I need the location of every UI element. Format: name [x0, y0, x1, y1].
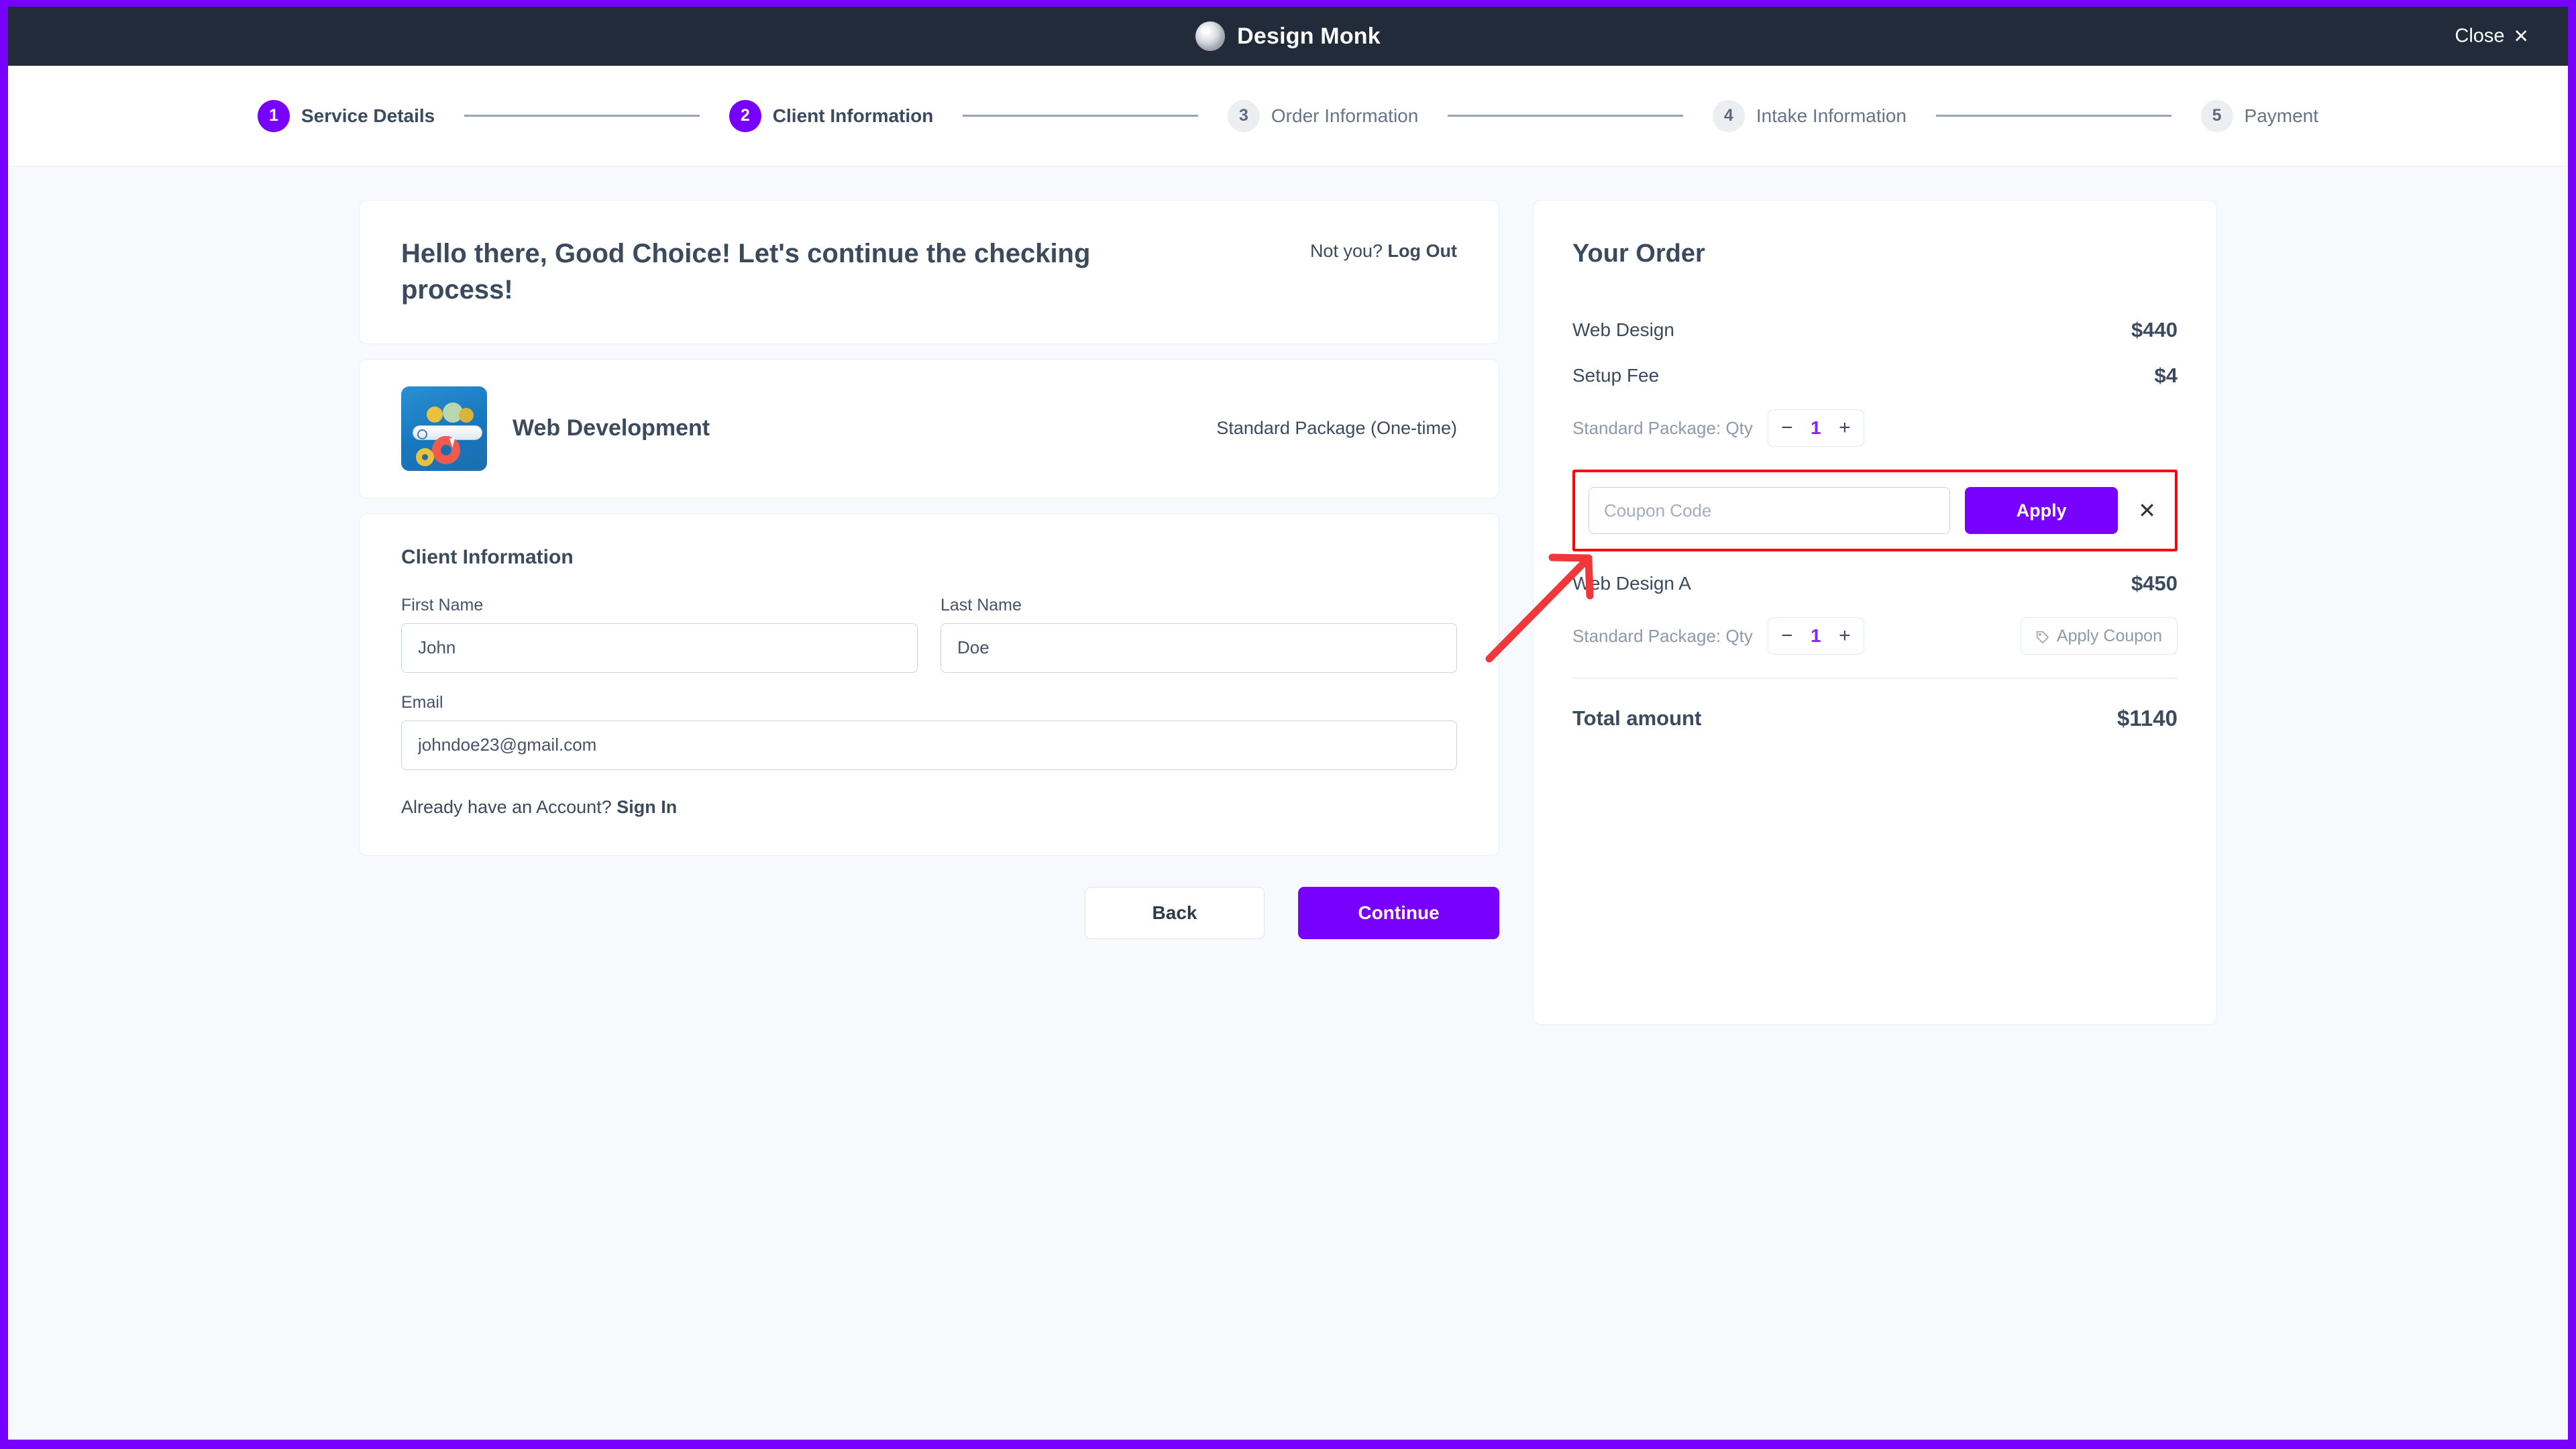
email-input[interactable] — [401, 720, 1457, 770]
quantity-decrement-button[interactable]: − — [1772, 618, 1802, 654]
client-information-form: Client Information First Name Last Name … — [359, 513, 1499, 856]
form-title: Client Information — [401, 546, 1457, 569]
step-connector — [464, 115, 700, 117]
close-button[interactable]: Close ✕ — [2455, 25, 2529, 48]
signin-link[interactable]: Sign In — [616, 797, 677, 817]
coupon-row: Apply ✕ — [1589, 487, 2161, 534]
step-label: Payment — [2245, 105, 2319, 127]
left-column: Hello there, Good Choice! Let's continue… — [359, 200, 1499, 1025]
last-name-label: Last Name — [941, 596, 1457, 615]
order-item-price: $450 — [2131, 572, 2178, 596]
total-label: Total amount — [1572, 706, 1701, 731]
step-label: Order Information — [1271, 105, 1418, 127]
quantity-value: 1 — [1802, 417, 1830, 439]
first-name-label: First Name — [401, 596, 918, 615]
close-x-icon: ✕ — [2514, 27, 2529, 46]
quantity-label: Standard Package: Qty — [1572, 626, 1753, 647]
form-actions: Back Continue — [359, 887, 1499, 939]
step-payment[interactable]: 5 Payment — [2201, 100, 2319, 132]
order-total-row: Total amount $1140 — [1572, 706, 2178, 731]
continue-button[interactable]: Continue — [1298, 887, 1499, 939]
order-summary-title: Your Order — [1572, 239, 2178, 268]
step-label: Client Information — [773, 105, 934, 127]
name-field-row: First Name Last Name — [401, 596, 1457, 673]
coupon-code-input[interactable] — [1589, 487, 1950, 534]
step-number-badge: 2 — [729, 100, 761, 132]
step-service-details[interactable]: 1 Service Details — [258, 100, 435, 132]
greeting-title: Hello there, Good Choice! Let's continue… — [401, 235, 1126, 309]
step-client-information[interactable]: 2 Client Information — [729, 100, 934, 132]
first-name-field-group: First Name — [401, 596, 918, 673]
step-label: Intake Information — [1756, 105, 1907, 127]
step-intake-information[interactable]: 4 Intake Information — [1713, 100, 1907, 132]
quantity-increment-button[interactable]: + — [1830, 410, 1860, 446]
step-order-information[interactable]: 3 Order Information — [1228, 100, 1418, 132]
order-item-name: Web Design — [1572, 319, 1674, 341]
greeting-card: Hello there, Good Choice! Let's continue… — [359, 200, 1499, 344]
sphere-logo-icon — [1195, 21, 1225, 51]
order-item-name: Web Design A — [1572, 573, 1691, 594]
step-number-badge: 3 — [1228, 100, 1260, 132]
order-divider — [1572, 678, 2178, 679]
stepper-track: 1 Service Details 2 Client Information 3… — [258, 100, 2318, 132]
service-name: Web Development — [513, 415, 710, 441]
checkout-content: Hello there, Good Choice! Let's continue… — [8, 166, 2568, 1025]
quantity-stepper: − 1 + — [1768, 409, 1864, 447]
quantity-row-primary: Standard Package: Qty − 1 + — [1572, 409, 2178, 447]
order-item-price: $440 — [2131, 318, 2178, 342]
apply-coupon-submit-button[interactable]: Apply — [1965, 487, 2118, 534]
service-package-label: Standard Package (One-time) — [1216, 418, 1457, 439]
gear-icon — [459, 408, 474, 423]
logout-link[interactable]: Log Out — [1388, 241, 1457, 261]
app-window: Design Monk Close ✕ 1 Service Details 2 … — [8, 7, 2568, 1440]
email-label: Email — [401, 693, 1457, 712]
tag-icon — [2036, 629, 2049, 643]
gear-icon — [416, 448, 434, 466]
order-item-row: Web Design A $450 — [1572, 572, 2178, 596]
order-item-row: Web Design $440 — [1572, 318, 2178, 342]
email-field-group: Email — [401, 693, 1457, 770]
quantity-label: Standard Package: Qty — [1572, 418, 1753, 439]
order-item-row: Setup Fee $4 — [1572, 364, 2178, 388]
last-name-field-group: Last Name — [941, 596, 1457, 673]
step-number-badge: 5 — [2201, 100, 2233, 132]
order-item-name: Setup Fee — [1572, 365, 1659, 386]
web-development-thumbnail-icon — [401, 386, 487, 471]
step-label: Service Details — [301, 105, 435, 127]
quantity-increment-button[interactable]: + — [1830, 618, 1860, 654]
service-info: Web Development — [401, 386, 710, 471]
total-value: $1140 — [2117, 706, 2178, 731]
step-connector — [1936, 115, 2171, 117]
last-name-input[interactable] — [941, 623, 1457, 673]
coupon-highlight-annotation: Apply ✕ — [1572, 470, 2178, 551]
step-connector — [1448, 115, 1683, 117]
apply-coupon-label: Apply Coupon — [2057, 627, 2162, 646]
right-column: Your Order Web Design $440 Setup Fee $4 … — [1533, 200, 2217, 1025]
step-number-badge: 4 — [1713, 100, 1745, 132]
back-button[interactable]: Back — [1085, 887, 1265, 939]
signin-prefix: Already have an Account? — [401, 797, 612, 817]
coupon-close-icon[interactable]: ✕ — [2133, 500, 2161, 521]
brand: Design Monk — [1195, 21, 1381, 51]
logout-prompt: Not you? Log Out — [1310, 235, 1457, 262]
order-item-price: $4 — [2155, 364, 2178, 388]
service-summary-card: Web Development Standard Package (One-ti… — [359, 359, 1499, 498]
checkout-stepper: 1 Service Details 2 Client Information 3… — [8, 66, 2568, 166]
close-button-label: Close — [2455, 25, 2504, 48]
logout-prefix: Not you? — [1310, 241, 1383, 261]
quantity-decrement-button[interactable]: − — [1772, 410, 1802, 446]
quantity-stepper: − 1 + — [1768, 617, 1864, 655]
step-connector — [963, 115, 1198, 117]
signin-prompt: Already have an Account? Sign In — [401, 797, 1457, 818]
first-name-input[interactable] — [401, 623, 918, 673]
order-summary-card: Your Order Web Design $440 Setup Fee $4 … — [1533, 200, 2217, 1025]
quantity-row-secondary: Standard Package: Qty − 1 + A — [1572, 617, 2178, 655]
apply-coupon-button[interactable]: Apply Coupon — [2021, 617, 2178, 655]
brand-title: Design Monk — [1237, 23, 1381, 50]
title-bar: Design Monk Close ✕ — [8, 7, 2568, 66]
gear-icon — [427, 407, 443, 423]
quantity-value: 1 — [1802, 625, 1830, 647]
step-number-badge: 1 — [258, 100, 290, 132]
